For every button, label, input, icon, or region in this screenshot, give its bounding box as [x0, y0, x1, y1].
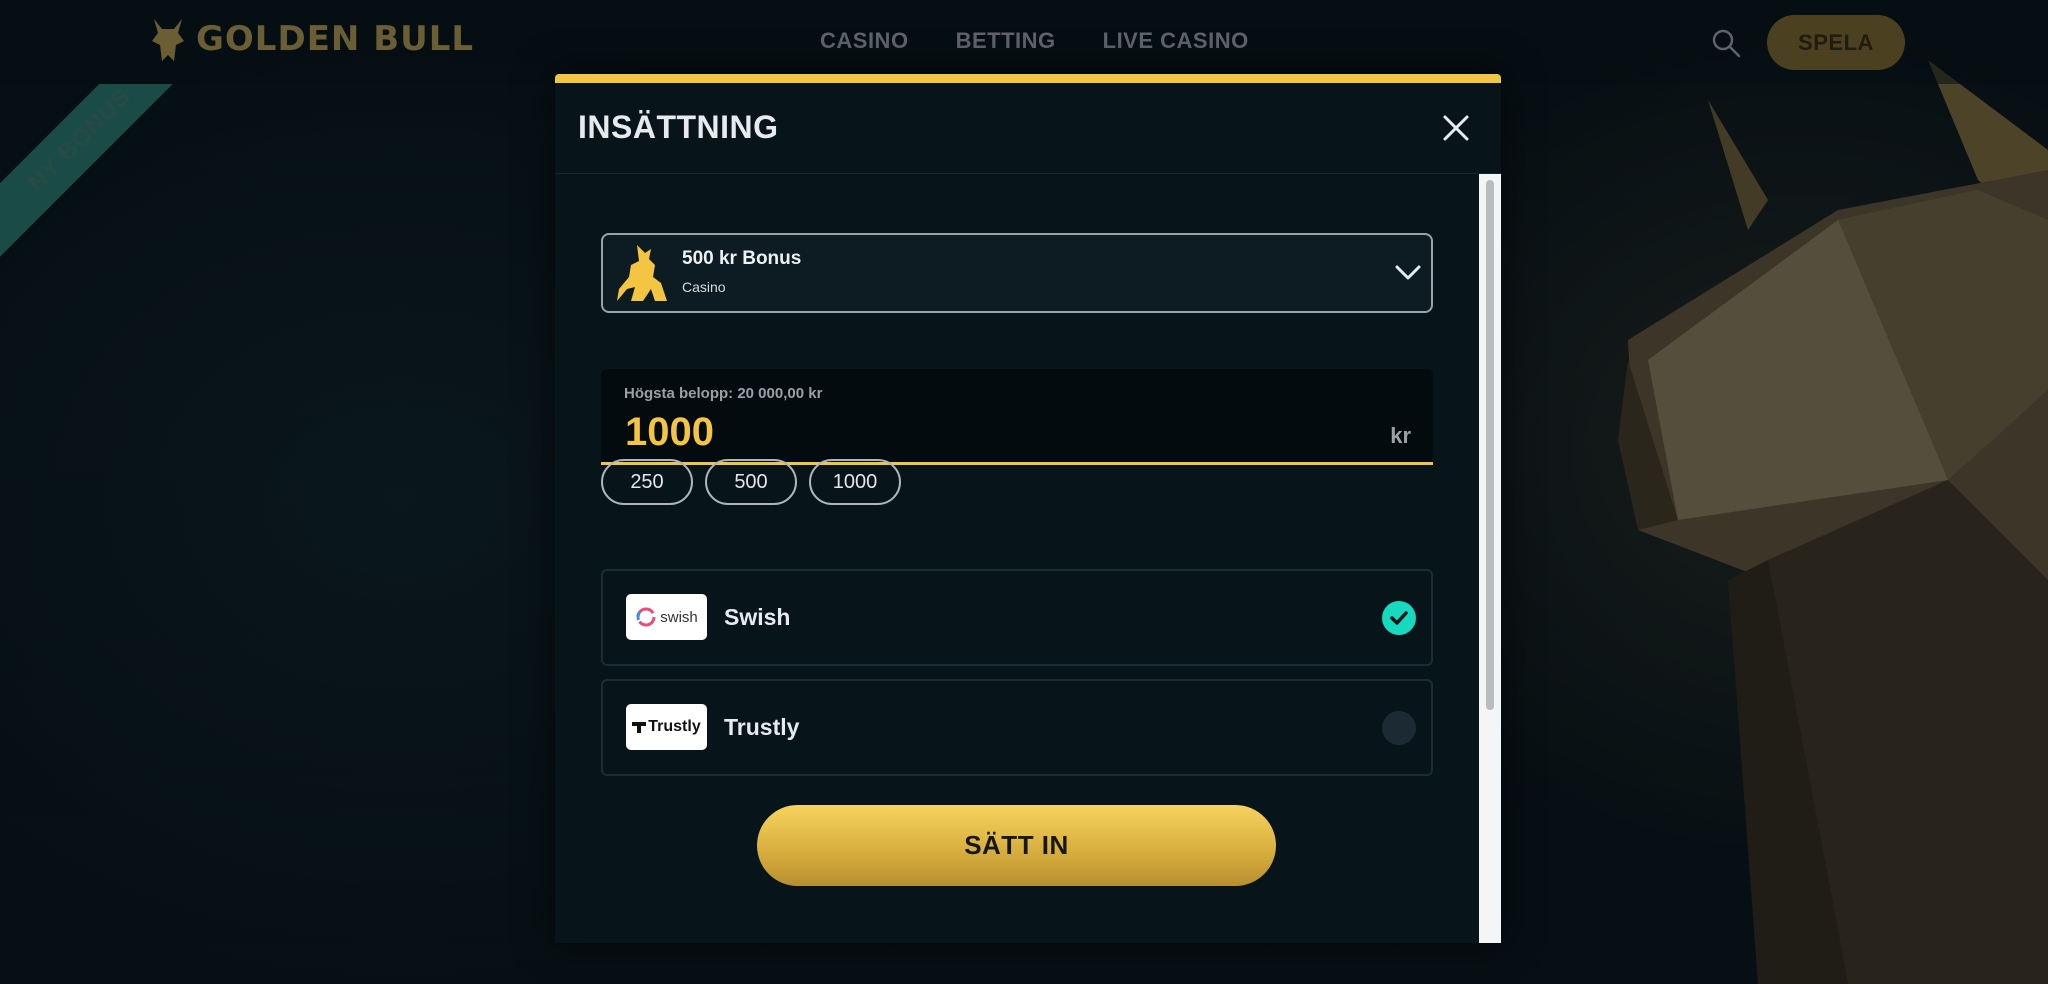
deposit-submit-button[interactable]: SÄTT IN: [757, 805, 1276, 886]
check-icon: [1390, 611, 1408, 625]
chevron-down-icon: [1395, 265, 1421, 280]
trustly-logo: Trustly: [626, 704, 707, 750]
payment-name-trustly: Trustly: [724, 714, 800, 740]
close-icon[interactable]: [1441, 113, 1471, 143]
payment-name-swish: Swish: [724, 604, 791, 630]
swish-logo: swish: [626, 594, 707, 640]
deposit-modal: INSÄTTNING 500 kr Bonus Casino Högsta be…: [555, 74, 1501, 943]
quick-amount-250[interactable]: 250: [601, 459, 693, 505]
trustly-logo-text: Trustly: [648, 718, 701, 735]
bonus-subtitle: Casino: [682, 279, 726, 295]
bull-logo-icon: [152, 19, 184, 61]
payment-option-swish[interactable]: swish Swish: [601, 569, 1433, 666]
scroll-thumb[interactable]: [1486, 180, 1494, 710]
bull-bonus-icon: [617, 245, 667, 301]
max-amount-label: Högsta belopp: 20 000,00 kr: [624, 385, 823, 402]
site-header: GOLDEN BULL CASINO BETTING LIVE CASINO S…: [0, 0, 2048, 84]
main-nav: CASINO BETTING LIVE CASINO: [820, 28, 1249, 54]
site-logo[interactable]: GOLDEN BULL: [148, 14, 474, 64]
search-icon[interactable]: [1711, 28, 1741, 58]
amount-input[interactable]: [623, 407, 1327, 457]
modal-header: INSÄTTNING: [555, 83, 1501, 174]
quick-amount-500[interactable]: 500: [705, 459, 797, 505]
quick-amount-1000[interactable]: 1000: [809, 459, 901, 505]
swish-logo-text: swish: [660, 608, 698, 626]
swish-icon: [636, 607, 656, 627]
bonus-select[interactable]: 500 kr Bonus Casino: [601, 233, 1433, 313]
nav-casino[interactable]: CASINO: [820, 28, 909, 54]
modal-scrollbar[interactable]: [1479, 174, 1501, 943]
selected-check-radio[interactable]: [1382, 601, 1416, 635]
payment-option-trustly[interactable]: Trustly Trustly: [601, 679, 1433, 776]
amount-field[interactable]: Högsta belopp: 20 000,00 kr kr: [601, 369, 1433, 465]
amount-unit: kr: [1390, 423, 1411, 448]
modal-title: INSÄTTNING: [578, 109, 779, 145]
bonus-ribbon[interactable]: NY BONUS: [0, 84, 200, 284]
ribbon-label: NY BONUS: [0, 84, 200, 272]
quick-amounts: 250 500 1000: [601, 459, 901, 505]
bonus-title: 500 kr Bonus: [682, 248, 802, 269]
unselected-radio[interactable]: [1382, 711, 1416, 745]
nav-live-casino[interactable]: LIVE CASINO: [1103, 28, 1249, 54]
nav-betting[interactable]: BETTING: [956, 28, 1056, 54]
logo-text: GOLDEN BULL: [196, 19, 475, 59]
play-button[interactable]: SPELA: [1767, 15, 1905, 70]
trustly-icon: [632, 722, 647, 733]
